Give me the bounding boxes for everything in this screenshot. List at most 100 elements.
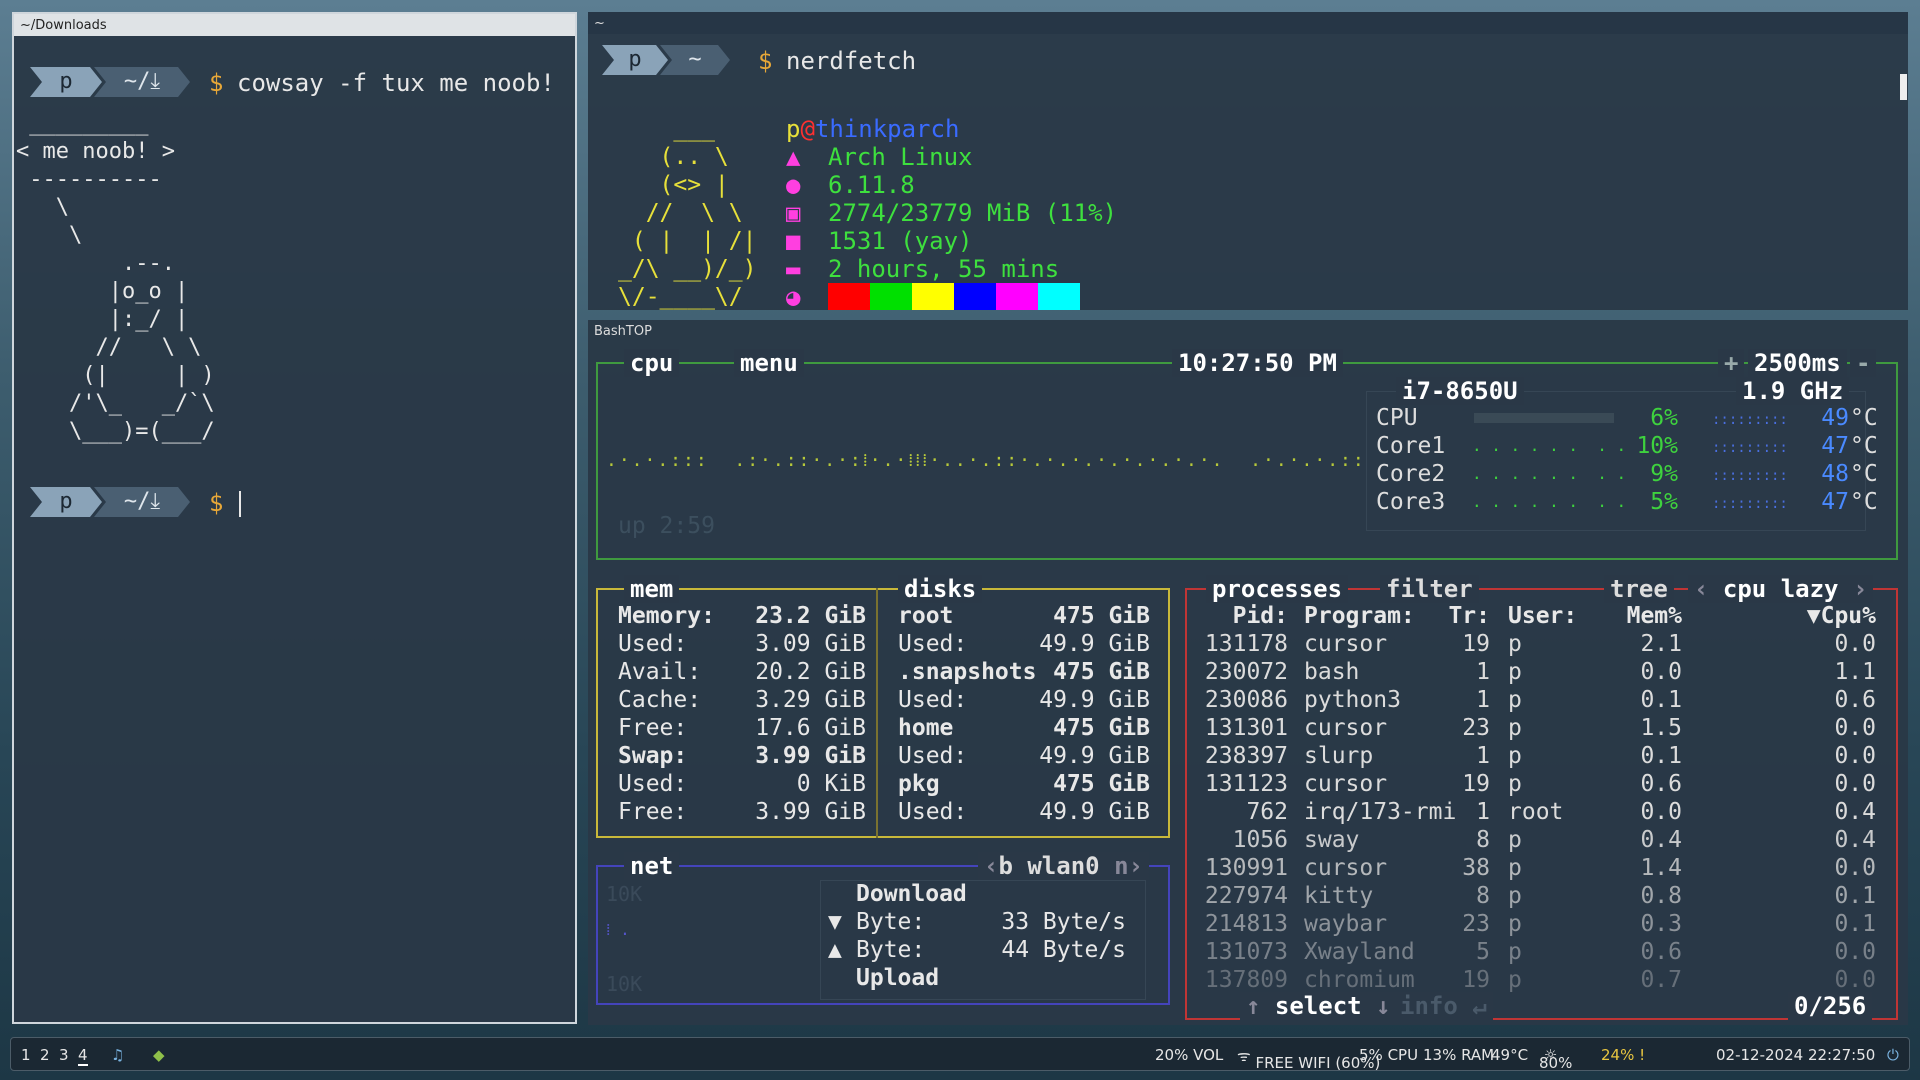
- net-box-title: net: [624, 852, 680, 880]
- terminal-window-bashtop[interactable]: BashTOP cpu menu 10:27:50 PM + 2500ms - …: [588, 320, 1908, 1025]
- process-column-header[interactable]: ▼Cpu%: [1688, 602, 1876, 630]
- uptime-value: 2 hours, 55 mins: [828, 255, 1060, 283]
- tray-icon[interactable]: ◆: [153, 1046, 165, 1064]
- process-cell: p: [1508, 883, 1522, 909]
- process-cell: p: [1508, 659, 1522, 685]
- core-graph: [1474, 413, 1614, 423]
- user-host: p@thinkparch: [786, 115, 959, 143]
- power-icon[interactable]: ⏻: [1887, 1046, 1899, 1064]
- os-name: Arch Linux: [828, 143, 973, 171]
- cpu-model: i7-8650U: [1396, 377, 1524, 405]
- process-cell: p: [1508, 687, 1522, 713]
- upload-rate: 44 Byte/s: [1001, 937, 1126, 963]
- process-cell: 0.1: [1640, 743, 1682, 769]
- process-cell: 131301: [1204, 715, 1288, 741]
- workspace-3[interactable]: 3: [59, 1046, 69, 1064]
- mem-label: Avail:: [618, 659, 702, 685]
- process-cell: 1: [1476, 659, 1490, 685]
- user-name: p: [786, 115, 801, 143]
- process-cell: cursor: [1304, 715, 1388, 741]
- filter-button[interactable]: filter: [1380, 575, 1479, 603]
- process-cell: cursor: [1304, 631, 1388, 657]
- wifi-status[interactable]: ᯤ FREE WIFI (60%): [1237, 1046, 1380, 1072]
- process-cell: 0.0: [1640, 799, 1682, 825]
- mem-value: 23.2 GiB: [755, 603, 866, 629]
- process-column-header[interactable]: User:: [1508, 602, 1577, 630]
- disk-label: Used:: [898, 631, 968, 657]
- process-cell: 0.6: [1640, 771, 1682, 797]
- process-cell: root: [1508, 799, 1564, 825]
- process-cell: waybar: [1304, 911, 1388, 937]
- process-cell: p: [1508, 855, 1522, 881]
- process-cell: 0.1: [1834, 883, 1876, 909]
- cpu-status: 5% CPU: [1359, 1046, 1419, 1064]
- process-cell: 0.1: [1640, 687, 1682, 713]
- interval-decrease-button[interactable]: -: [1850, 349, 1877, 377]
- temp-graph: :::::::::: [1712, 440, 1788, 456]
- menu-button[interactable]: menu: [734, 349, 804, 377]
- prompt-dir-segment: ~: [660, 45, 730, 75]
- process-cell: p: [1508, 827, 1522, 853]
- process-cell: p: [1508, 939, 1522, 965]
- sort-selector[interactable]: ‹ cpu lazy ›: [1688, 575, 1874, 603]
- process-cell: slurp: [1304, 743, 1374, 769]
- process-count: 0/256: [1788, 992, 1873, 1020]
- tree-toggle[interactable]: tree: [1604, 575, 1674, 603]
- process-cell: 238397: [1204, 743, 1288, 769]
- workspace-2[interactable]: 2: [40, 1046, 50, 1064]
- process-cell: irq/173-rmi: [1304, 799, 1457, 825]
- mem-value: 0 KiB: [796, 771, 866, 797]
- process-column-header[interactable]: Mem%: [1602, 602, 1682, 630]
- mem-box-title: mem: [624, 575, 680, 603]
- next-iface-key[interactable]: n: [1114, 852, 1128, 880]
- at-sign: @: [800, 115, 815, 143]
- process-cell: Xwayland: [1304, 939, 1415, 965]
- scrollbar-thumb[interactable]: [1900, 74, 1907, 100]
- terminal-window-downloads[interactable]: ~/Downloads p ~/⤓ $ cowsay -f tux me noo…: [12, 12, 577, 1024]
- prompt-dir-segment: ~/⤓: [94, 67, 190, 97]
- battery-status: 24% !: [1601, 1046, 1646, 1064]
- process-cell: 0.0: [1640, 659, 1682, 685]
- disk-label: Used:: [898, 687, 968, 713]
- net-iface-selector[interactable]: ‹b wlan0 n›: [978, 852, 1149, 880]
- process-column-header[interactable]: Pid:: [1196, 602, 1288, 630]
- disk-value: 49.9 GiB: [1039, 687, 1150, 713]
- volume-status[interactable]: 20% VOL: [1155, 1046, 1223, 1064]
- process-cell: p: [1508, 631, 1522, 657]
- process-cell: 131123: [1204, 771, 1288, 797]
- brightness-value: 80%: [1539, 1054, 1573, 1072]
- select-control[interactable]: ↑ select ↓: [1240, 992, 1397, 1020]
- process-cell: 5: [1476, 939, 1490, 965]
- core-temp: 48: [1821, 461, 1849, 487]
- prompt-user-segment: p: [602, 45, 668, 75]
- workspace-4[interactable]: 4: [78, 1046, 88, 1066]
- info-button[interactable]: info ↵: [1394, 992, 1493, 1020]
- process-cell: 131073: [1204, 939, 1288, 965]
- process-column-header[interactable]: Program:: [1304, 602, 1415, 630]
- core-graph: . . . . . . . .: [1472, 492, 1627, 511]
- process-cell: 131178: [1204, 631, 1288, 657]
- process-cell: 0.0: [1834, 939, 1876, 965]
- cpu-freq: 1.9 GHz: [1736, 377, 1850, 405]
- process-cell: p: [1508, 771, 1522, 797]
- mem-label: Cache:: [618, 687, 702, 713]
- command-text: nerdfetch: [786, 47, 917, 75]
- process-cell: 0.0: [1834, 715, 1876, 741]
- disk-label: Used:: [898, 743, 968, 769]
- prev-iface-key[interactable]: b: [998, 852, 1012, 880]
- process-cell: 0.6: [1834, 687, 1876, 713]
- terminal-window-nerdfetch[interactable]: ~ p ~ $ nerdfetch ___ (.. \ (<> | // \ \…: [588, 12, 1908, 310]
- prompt-user-segment: p: [30, 67, 102, 97]
- brightness-status[interactable]: 80% ☼: [1539, 1046, 1572, 1072]
- temperature-status: 49°C: [1491, 1046, 1529, 1064]
- interval-increase-button[interactable]: +: [1718, 349, 1745, 377]
- music-icon[interactable]: ♫: [111, 1046, 124, 1064]
- disk-label: root: [898, 603, 954, 629]
- workspace-1[interactable]: 1: [21, 1046, 31, 1064]
- mem-disks-divider: [876, 588, 878, 838]
- prompt-dollar: $: [209, 69, 224, 97]
- disk-value: 475 GiB: [1053, 771, 1150, 797]
- process-column-header[interactable]: Tr:: [1440, 602, 1490, 630]
- cpu-graph: .·.·.::: .:·.::·.·:⁞·.·⁞⁞⁞·..·.::·.·.·.·…: [606, 450, 1366, 471]
- process-cell: p: [1508, 743, 1522, 769]
